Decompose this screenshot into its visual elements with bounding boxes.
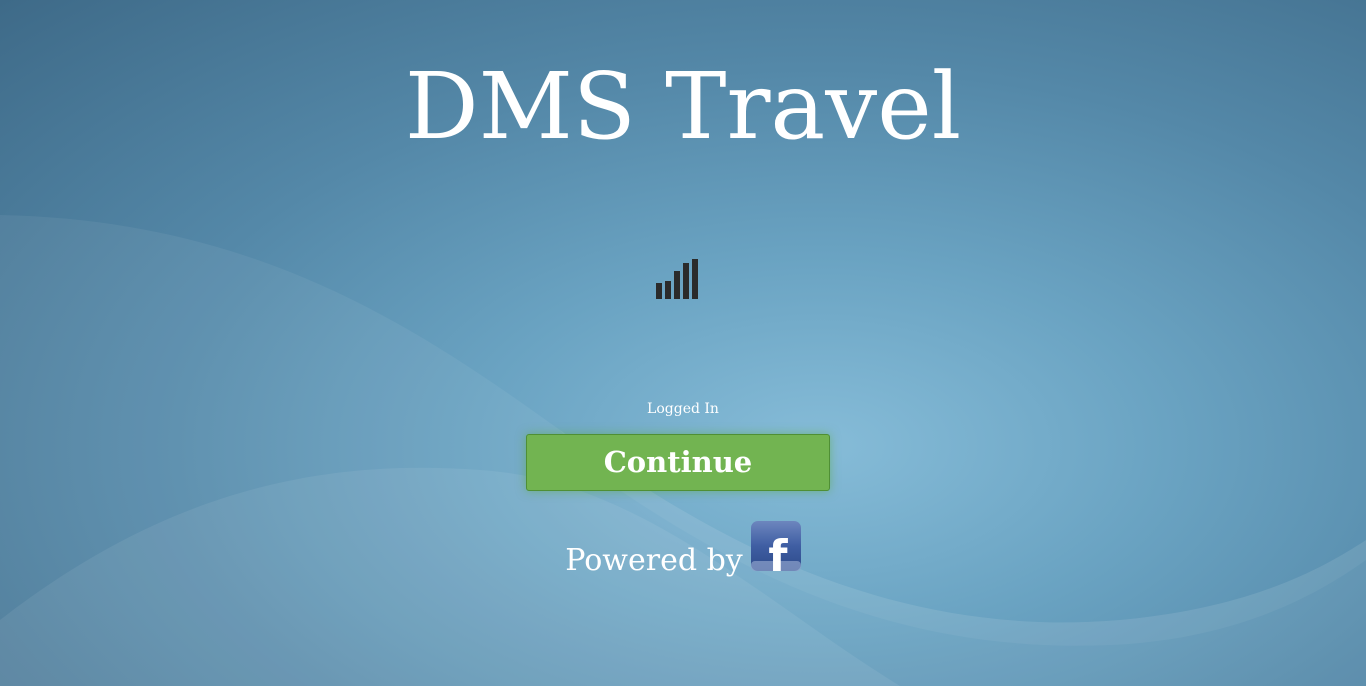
loader-bar-2 xyxy=(665,281,671,299)
loader-bar-5 xyxy=(692,259,698,299)
continue-button[interactable]: Continue xyxy=(526,434,830,491)
powered-by-label: Powered by xyxy=(565,543,743,578)
loader-bar-3 xyxy=(674,271,680,299)
signal-bars-icon xyxy=(656,259,700,299)
facebook-icon[interactable]: f xyxy=(750,521,801,571)
loader-bar-4 xyxy=(683,263,689,299)
powered-by-footer: Powered by f xyxy=(0,521,1366,581)
page-title: DMS Travel xyxy=(404,53,962,160)
facebook-glyph: f xyxy=(768,531,788,571)
status-text: Logged In xyxy=(647,401,719,417)
loader-bar-1 xyxy=(656,283,662,299)
